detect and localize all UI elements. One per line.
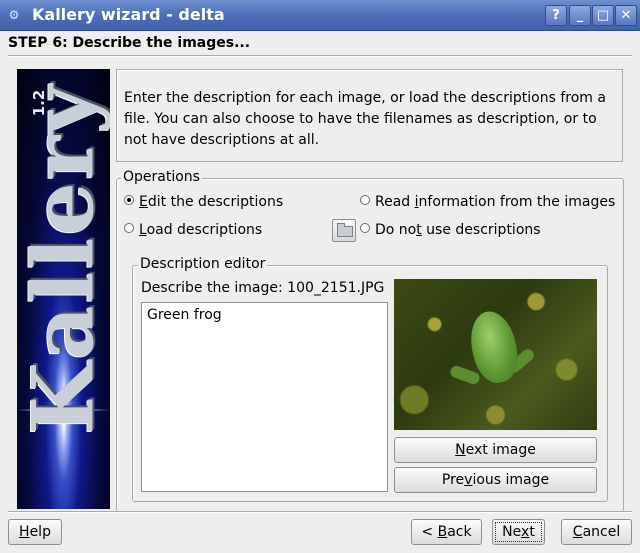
button-label-part: ious image — [472, 472, 550, 488]
intro-text: Enter the description for each image, or… — [124, 90, 606, 148]
app-icon[interactable]: ⚙ — [6, 7, 22, 23]
folder-open-icon — [337, 223, 353, 237]
title-bar: ⚙ Kallery wizard - delta ? _ □ ✕ — [0, 0, 640, 31]
next-image-button[interactable]: Next image — [394, 437, 597, 463]
button-label-part: < — [421, 524, 438, 540]
radio-indicator — [360, 223, 370, 233]
radio-indicator — [360, 195, 370, 205]
help-button[interactable]: Help — [8, 519, 62, 545]
minimize-button[interactable]: _ — [569, 5, 591, 26]
button-label-part: t — [529, 524, 535, 540]
header-separator — [8, 55, 632, 57]
describe-image-label: Describe the image: 100_2151.JPG — [141, 280, 385, 296]
description-value: Green frog — [147, 307, 222, 323]
radio-edit-descriptions[interactable]: Edit the descriptions — [124, 194, 283, 210]
button-label-part: Pre — [441, 472, 465, 488]
next-button[interactable]: Next — [492, 519, 545, 545]
button-label-part: elp — [29, 524, 51, 540]
radio-label-part: Read — [375, 194, 415, 210]
banner-logo-text: Kallery — [17, 83, 110, 435]
button-accelerator: C — [572, 524, 583, 540]
radio-accelerator: E — [139, 194, 148, 210]
radio-indicator — [124, 223, 134, 233]
radio-label-part: Do no — [375, 222, 417, 238]
step-title: STEP 6: Describe the images... — [8, 35, 251, 51]
frog-leg-shape — [448, 364, 482, 386]
button-accelerator: N — [455, 442, 466, 458]
footer-separator — [8, 511, 632, 513]
close-button[interactable]: ✕ — [615, 5, 637, 26]
window-title: Kallery wizard - delta — [32, 5, 225, 24]
intro-panel: Enter the description for each image, or… — [116, 69, 623, 162]
button-accelerator: H — [19, 524, 30, 540]
radio-label-part: use descriptions — [421, 222, 541, 238]
kallery-banner: Kallery 1.2 — [17, 69, 110, 509]
radio-label-part: dit the descriptions — [147, 194, 284, 210]
radio-load-descriptions[interactable]: Load descriptions — [124, 222, 262, 238]
operations-group-title: Operations — [121, 169, 202, 185]
button-label-part: Ne — [502, 524, 522, 540]
button-accelerator: B — [437, 524, 448, 540]
radio-selected-indicator — [124, 195, 134, 205]
image-preview — [394, 279, 597, 430]
radio-read-information[interactable]: Read information from the images — [360, 194, 615, 210]
radio-accelerator: L — [139, 222, 147, 238]
previous-image-button[interactable]: Previous image — [394, 467, 597, 493]
maximize-button[interactable]: □ — [592, 5, 614, 26]
button-label-part: ack — [447, 524, 472, 540]
back-button[interactable]: < Back — [411, 519, 482, 545]
cancel-button[interactable]: Cancel — [561, 519, 632, 545]
description-textarea[interactable]: Green frog — [141, 302, 388, 492]
radio-no-descriptions[interactable]: Do not use descriptions — [360, 222, 541, 238]
banner-version: 1.2 — [30, 89, 48, 117]
button-label-part: ext image — [465, 442, 536, 458]
button-label-part: ancel — [582, 524, 621, 540]
description-editor-title: Description editor — [138, 256, 268, 272]
radio-label-part: oad descriptions — [146, 222, 263, 238]
radio-label-part: nformation from the images — [418, 194, 616, 210]
open-file-button[interactable] — [332, 219, 356, 242]
help-window-button[interactable]: ? — [545, 5, 567, 26]
